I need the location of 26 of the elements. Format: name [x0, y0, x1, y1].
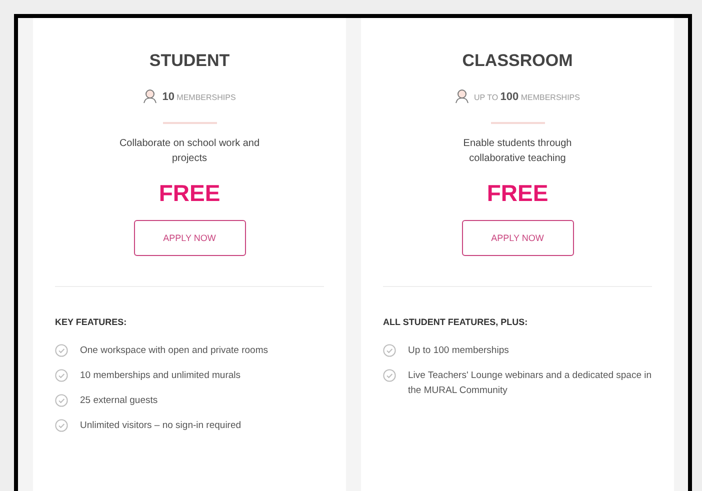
feature-text: One workspace with open and private rooms	[80, 344, 268, 358]
apply-button[interactable]: APPLY NOW	[134, 220, 246, 256]
plan-title: STUDENT	[149, 51, 230, 71]
feature-text: Live Teachers' Lounge webinars and a dedicated space in the MURAL Community	[408, 369, 652, 398]
check-circle-icon	[55, 419, 68, 432]
plan-description: Collaborate on school work and projects	[118, 137, 261, 166]
features-heading: ALL STUDENT FEATURES, PLUS:	[383, 317, 529, 327]
check-circle-icon	[55, 369, 68, 382]
features-heading: KEY FEATURES:	[55, 317, 128, 327]
check-circle-icon	[383, 344, 396, 357]
person-icon	[143, 89, 158, 104]
feature-text: Up to 100 memberships	[408, 344, 509, 358]
person-icon	[455, 89, 470, 104]
feature-text: 25 external guests	[80, 394, 158, 408]
price: FREE	[158, 180, 220, 207]
apply-button[interactable]: APPLY NOW	[462, 220, 574, 256]
check-circle-icon	[55, 394, 68, 407]
feature-text: Unlimited visitors – no sign-in required	[80, 419, 242, 433]
memberships-label: 10 MEMBERSHIPS	[162, 90, 236, 102]
memberships-label: UP TO 100 MEMBERSHIPS	[474, 90, 580, 102]
feature-text: 10 memberships and unlimited murals	[80, 369, 241, 383]
price: FREE	[486, 180, 548, 207]
check-circle-icon	[55, 344, 68, 357]
plan-title: CLASSROOM	[462, 51, 573, 71]
check-circle-icon	[383, 369, 396, 382]
plan-description: Enable students through collaborative teaching	[462, 137, 573, 166]
